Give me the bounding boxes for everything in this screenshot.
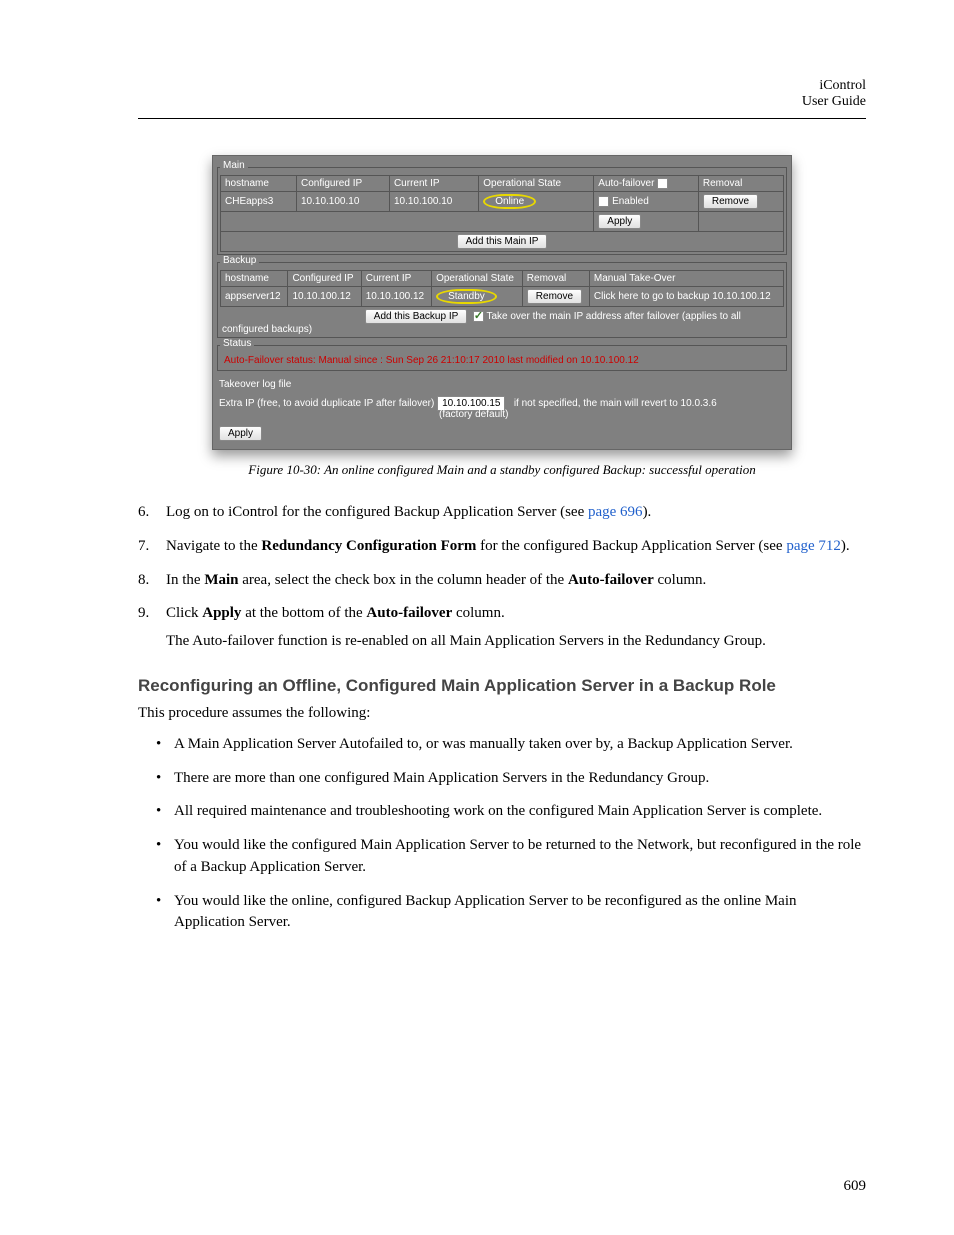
backup-row: appserver12 10.10.100.12 10.10.100.12 St… <box>221 287 784 307</box>
step-7: 7. Navigate to the Redundancy Configurat… <box>138 536 866 558</box>
add-main-ip-button[interactable]: Add this Main IP <box>457 234 548 249</box>
main-configured-ip: 10.10.100.10 <box>297 192 390 212</box>
main-apply-cell: Apply <box>594 212 699 232</box>
extra-ip-row: Extra IP (free, to avoid duplicate IP af… <box>217 396 787 422</box>
backup-h-configured-ip: Configured IP <box>288 271 361 287</box>
status-legend: Status <box>220 338 254 349</box>
bullet-2: There are more than one configured Main … <box>156 768 866 790</box>
intro-text: This procedure assumes the following: <box>138 705 866 722</box>
main-enabled-cell: Enabled <box>594 192 699 212</box>
backup-configured-ip: 10.10.100.12 <box>288 287 361 307</box>
header-title: iControl <box>138 78 866 94</box>
backup-h-takeover: Manual Take-Over <box>589 271 783 287</box>
enabled-checkbox[interactable] <box>598 196 609 207</box>
backup-state-cell: Standby <box>432 287 523 307</box>
auto-failover-header-checkbox[interactable] <box>657 178 668 189</box>
main-row: CHEapps3 10.10.100.10 10.10.100.10 Onlin… <box>221 192 784 212</box>
add-main-ip-cell: Add this Main IP <box>221 232 784 252</box>
backup-footer: Add this Backup IP Take over the main IP… <box>220 307 784 335</box>
bullet-3: All required maintenance and troubleshoo… <box>156 801 866 823</box>
main-h-auto-failover: Auto-failover <box>594 176 699 192</box>
step-6: 6. Log on to iControl for the configured… <box>138 502 866 524</box>
backup-h-hostname: hostname <box>221 271 288 287</box>
main-state-cell: Online <box>479 192 594 212</box>
factory-default-label: (factory default) <box>219 409 785 420</box>
header-subtitle: User Guide <box>138 94 866 110</box>
backup-current-ip: 10.10.100.12 <box>361 287 431 307</box>
log-file-label: Takeover log file <box>217 373 787 396</box>
main-state: Online <box>483 194 536 209</box>
extra-ip-note: if not specified, the main will revert t… <box>514 398 717 409</box>
bullet-1: A Main Application Server Autofailed to,… <box>156 734 866 756</box>
header-rule <box>138 118 866 119</box>
backup-takeover-link[interactable]: Click here to go to backup 10.10.100.12 <box>589 287 783 307</box>
bottom-apply-button[interactable]: Apply <box>219 426 262 441</box>
main-h-op-state: Operational State <box>479 176 594 192</box>
main-table: hostname Configured IP Current IP Operat… <box>220 175 784 252</box>
main-hostname: CHEapps3 <box>221 192 297 212</box>
status-fieldset: Status Auto-Failover status: Manual sinc… <box>217 340 787 371</box>
assumptions-list: A Main Application Server Autofailed to,… <box>156 734 866 934</box>
main-legend: Main <box>220 160 248 171</box>
backup-remove-button[interactable]: Remove <box>527 289 582 304</box>
backup-fieldset: Backup hostname Configured IP Current IP… <box>217 257 787 338</box>
page-header: iControl User Guide <box>138 78 866 110</box>
step-9: 9. Click Apply at the bottom of the Auto… <box>138 603 866 653</box>
backup-hostname: appserver12 <box>221 287 288 307</box>
backup-table: hostname Configured IP Current IP Operat… <box>220 270 784 307</box>
steps-list: 6. Log on to iControl for the configured… <box>138 502 866 653</box>
backup-h-removal: Removal <box>522 271 589 287</box>
main-current-ip: 10.10.100.10 <box>389 192 478 212</box>
link-page-696[interactable]: page 696 <box>588 504 643 520</box>
backup-h-op-state: Operational State <box>432 271 523 287</box>
add-backup-ip-button[interactable]: Add this Backup IP <box>365 309 468 324</box>
main-apply-button[interactable]: Apply <box>598 214 641 229</box>
backup-state: Standby <box>436 289 497 304</box>
redundancy-config-screenshot: Main hostname Configured IP Current IP O… <box>212 155 792 450</box>
backup-remove-cell: Remove <box>522 287 589 307</box>
backup-legend: Backup <box>220 255 259 266</box>
status-text: Auto-Failover status: Manual since : Sun… <box>224 355 639 366</box>
link-page-712[interactable]: page 712 <box>786 538 841 554</box>
figure-caption: Figure 10-30: An online configured Main … <box>138 462 866 478</box>
bullet-4: You would like the configured Main Appli… <box>156 835 866 879</box>
backup-h-current-ip: Current IP <box>361 271 431 287</box>
step-8: 8. In the Main area, select the check bo… <box>138 570 866 592</box>
bullet-5: You would like the online, configured Ba… <box>156 891 866 935</box>
main-remove-button[interactable]: Remove <box>703 194 758 209</box>
main-h-removal: Removal <box>698 176 783 192</box>
extra-ip-label: Extra IP (free, to avoid duplicate IP af… <box>219 398 434 409</box>
step-9-sub: The Auto-failover function is re-enabled… <box>166 631 866 653</box>
main-h-hostname: hostname <box>221 176 297 192</box>
main-h-configured-ip: Configured IP <box>297 176 390 192</box>
takeover-after-failover-checkbox[interactable] <box>473 311 484 322</box>
main-fieldset: Main hostname Configured IP Current IP O… <box>217 162 787 255</box>
main-remove-cell: Remove <box>698 192 783 212</box>
page-number: 609 <box>844 1178 867 1195</box>
main-h-current-ip: Current IP <box>389 176 478 192</box>
section-heading: Reconfiguring an Offline, Configured Mai… <box>138 675 866 697</box>
